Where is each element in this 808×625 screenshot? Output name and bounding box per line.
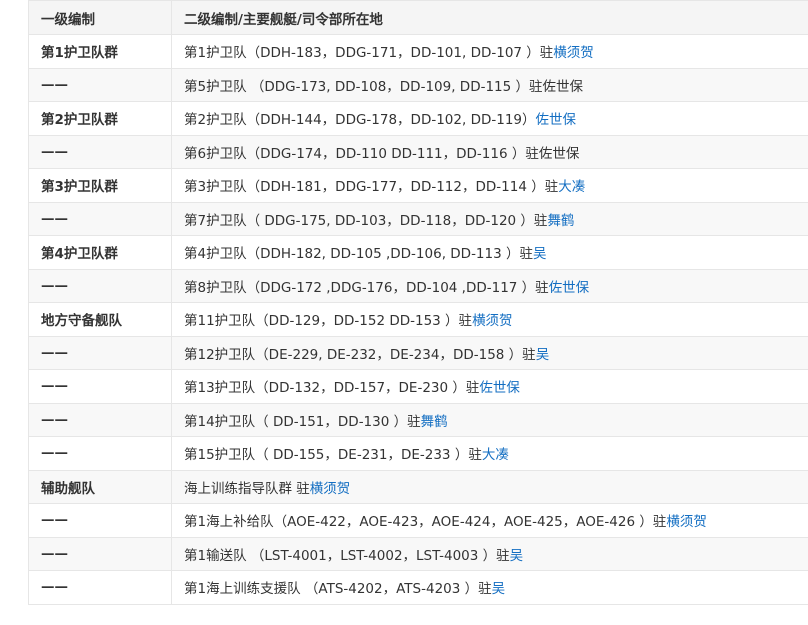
location-link[interactable]: 吴 [536, 347, 550, 363]
location-link[interactable]: 吴 [510, 548, 524, 564]
secondary-unit-cell: 第11护卫队（DD-129，DD-152 DD-153 ）驻横须贺 [171, 302, 808, 337]
location-link[interactable]: 大凑 [482, 447, 509, 463]
table-row: —— 第15护卫队（ DD-155，DE-231，DE-233 ）驻大凑 [28, 436, 808, 471]
unit-description: 第15护卫队（ DD-155，DE-231，DE-233 ）驻 [184, 447, 482, 464]
table-row: —— 第13护卫队（DD-132，DD-157，DE-230 ）驻佐世保 [28, 369, 808, 404]
unit-description: 第1海上训练支援队 （ATS-4202，ATS-4203 ）驻 [184, 581, 492, 598]
primary-unit-cell: —— [28, 335, 172, 370]
unit-description: 第6护卫队（DDG-174，DD-110 DD-111，DD-116 ）驻佐世保 [184, 145, 580, 162]
primary-unit-cell: 第2护卫队群 [28, 101, 172, 136]
unit-description: 第1海上补给队（AOE-422，AOE-423，AOE-424，AOE-425，… [184, 514, 667, 531]
table-row: 辅助舰队 海上训练指导队群 驻横须贺 [28, 469, 808, 504]
unit-description: 第7护卫队（ DDG-175, DD-103，DD-118，DD-120 ）驻 [184, 212, 548, 229]
secondary-unit-cell: 第1海上补给队（AOE-422，AOE-423，AOE-424，AOE-425，… [171, 503, 808, 538]
primary-unit-cell: 地方守备舰队 [28, 302, 172, 337]
unit-description: 第11护卫队（DD-129，DD-152 DD-153 ）驻 [184, 313, 473, 330]
table-row: —— 第7护卫队（ DDG-175, DD-103，DD-118，DD-120 ）… [28, 201, 808, 236]
location-link[interactable]: 舞鹤 [547, 213, 574, 229]
primary-unit-cell: 辅助舰队 [28, 469, 172, 504]
primary-unit-cell: —— [28, 201, 172, 236]
table-body: 第1护卫队群 第1护卫队（DDH-183，DDG-171，DD-101, DD-1… [28, 34, 808, 605]
secondary-unit-cell: 第13护卫队（DD-132，DD-157，DE-230 ）驻佐世保 [171, 369, 808, 404]
location-link[interactable]: 舞鹤 [421, 414, 448, 430]
primary-unit-cell: —— [28, 402, 172, 437]
table-row: —— 第5护卫队 （DDG-173, DD-108，DD-109, DD-115 … [28, 67, 808, 102]
table-row: —— 第1海上补给队（AOE-422，AOE-423，AOE-424，AOE-42… [28, 503, 808, 538]
secondary-unit-cell: 第8护卫队（DDG-172 ,DDG-176，DD-104 ,DD-117 ）驻… [171, 268, 808, 303]
primary-unit-cell: —— [28, 268, 172, 303]
header-primary-unit: 一级编制 [28, 0, 172, 35]
table-row: 第3护卫队群 第3护卫队（DDH-181，DDG-177，DD-112，DD-11… [28, 168, 808, 203]
primary-unit-cell: 第3护卫队群 [28, 168, 172, 203]
location-link[interactable]: 佐世保 [536, 112, 577, 128]
page: 一级编制 二级编制/主要舰艇/司令部所在地 第1护卫队群 第1护卫队（DDH-18… [0, 0, 808, 625]
primary-unit-cell: —— [28, 436, 172, 471]
table-row: —— 第6护卫队（DDG-174，DD-110 DD-111，DD-116 ）驻佐… [28, 134, 808, 169]
table-row: —— 第1输送队 （LST-4001，LST-4002，LST-4003 ）驻吴 [28, 536, 808, 571]
unit-description: 第4护卫队（DDH-182, DD-105 ,DD-106, DD-113 ）驻 [184, 246, 533, 263]
location-link[interactable]: 横须贺 [666, 514, 707, 530]
table-row: —— 第1海上训练支援队 （ATS-4202，ATS-4203 ）驻吴 [28, 570, 808, 605]
fleet-organization-table: 一级编制 二级编制/主要舰艇/司令部所在地 第1护卫队群 第1护卫队（DDH-18… [28, 0, 808, 605]
table-row: —— 第8护卫队（DDG-172 ,DDG-176，DD-104 ,DD-117 … [28, 268, 808, 303]
table-row: 地方守备舰队 第11护卫队（DD-129，DD-152 DD-153 ）驻横须贺 [28, 302, 808, 337]
header-secondary-unit: 二级编制/主要舰艇/司令部所在地 [171, 0, 808, 35]
location-link[interactable]: 吴 [533, 246, 547, 262]
table-row: 第2护卫队群 第2护卫队（DDH-144，DDG-178，DD-102, DD-1… [28, 101, 808, 136]
unit-description: 第12护卫队（DE-229, DE-232，DE-234，DD-158 ）驻 [184, 346, 536, 363]
primary-unit-cell: —— [28, 67, 172, 102]
secondary-unit-cell: 第12护卫队（DE-229, DE-232，DE-234，DD-158 ）驻吴 [171, 335, 808, 370]
secondary-unit-cell: 第1输送队 （LST-4001，LST-4002，LST-4003 ）驻吴 [171, 536, 808, 571]
unit-description: 第2护卫队（DDH-144，DDG-178，DD-102, DD-119） [184, 112, 536, 129]
table-row: 第1护卫队群 第1护卫队（DDH-183，DDG-171，DD-101, DD-1… [28, 34, 808, 69]
secondary-unit-cell: 第6护卫队（DDG-174，DD-110 DD-111，DD-116 ）驻佐世保 [171, 134, 808, 169]
location-link[interactable]: 吴 [492, 581, 506, 597]
unit-description: 第14护卫队（ DD-151，DD-130 ）驻 [184, 413, 421, 430]
primary-unit-cell: —— [28, 536, 172, 571]
primary-unit-cell: —— [28, 570, 172, 605]
table-header-row: 一级编制 二级编制/主要舰艇/司令部所在地 [28, 0, 808, 35]
unit-description: 第1护卫队（DDH-183，DDG-171，DD-101, DD-107 ）驻 [184, 45, 554, 62]
primary-unit-cell: —— [28, 503, 172, 538]
location-link[interactable]: 大凑 [558, 179, 585, 195]
secondary-unit-cell: 海上训练指导队群 驻横须贺 [171, 469, 808, 504]
secondary-unit-cell: 第3护卫队（DDH-181，DDG-177，DD-112，DD-114 ）驻大凑 [171, 168, 808, 203]
unit-description: 第8护卫队（DDG-172 ,DDG-176，DD-104 ,DD-117 ）驻 [184, 279, 549, 296]
location-link[interactable]: 横须贺 [472, 313, 513, 329]
primary-unit-cell: 第1护卫队群 [28, 34, 172, 69]
table-row: 第4护卫队群 第4护卫队（DDH-182, DD-105 ,DD-106, DD-… [28, 235, 808, 270]
secondary-unit-cell: 第1护卫队（DDH-183，DDG-171，DD-101, DD-107 ）驻横… [171, 34, 808, 69]
location-link[interactable]: 横须贺 [310, 481, 351, 497]
location-link[interactable]: 横须贺 [553, 45, 594, 61]
secondary-unit-cell: 第4护卫队（DDH-182, DD-105 ,DD-106, DD-113 ）驻… [171, 235, 808, 270]
secondary-unit-cell: 第15护卫队（ DD-155，DE-231，DE-233 ）驻大凑 [171, 436, 808, 471]
secondary-unit-cell: 第7护卫队（ DDG-175, DD-103，DD-118，DD-120 ）驻舞… [171, 201, 808, 236]
unit-description: 第3护卫队（DDH-181，DDG-177，DD-112，DD-114 ）驻 [184, 179, 559, 196]
unit-description: 海上训练指导队群 驻 [184, 480, 310, 497]
primary-unit-cell: —— [28, 134, 172, 169]
location-link[interactable]: 佐世保 [549, 280, 590, 296]
secondary-unit-cell: 第5护卫队 （DDG-173, DD-108，DD-109, DD-115 ）驻… [171, 67, 808, 102]
secondary-unit-cell: 第1海上训练支援队 （ATS-4202，ATS-4203 ）驻吴 [171, 570, 808, 605]
primary-unit-cell: 第4护卫队群 [28, 235, 172, 270]
secondary-unit-cell: 第14护卫队（ DD-151，DD-130 ）驻舞鹤 [171, 402, 808, 437]
left-margin [0, 0, 28, 625]
table-row: —— 第12护卫队（DE-229, DE-232，DE-234，DD-158 ）驻… [28, 335, 808, 370]
unit-description: 第5护卫队 （DDG-173, DD-108，DD-109, DD-115 ）驻… [184, 78, 584, 95]
location-link[interactable]: 佐世保 [479, 380, 520, 396]
unit-description: 第1输送队 （LST-4001，LST-4002，LST-4003 ）驻 [184, 547, 510, 564]
secondary-unit-cell: 第2护卫队（DDH-144，DDG-178，DD-102, DD-119）佐世保 [171, 101, 808, 136]
unit-description: 第13护卫队（DD-132，DD-157，DE-230 ）驻 [184, 380, 480, 397]
primary-unit-cell: —— [28, 369, 172, 404]
table-row: —— 第14护卫队（ DD-151，DD-130 ）驻舞鹤 [28, 402, 808, 437]
